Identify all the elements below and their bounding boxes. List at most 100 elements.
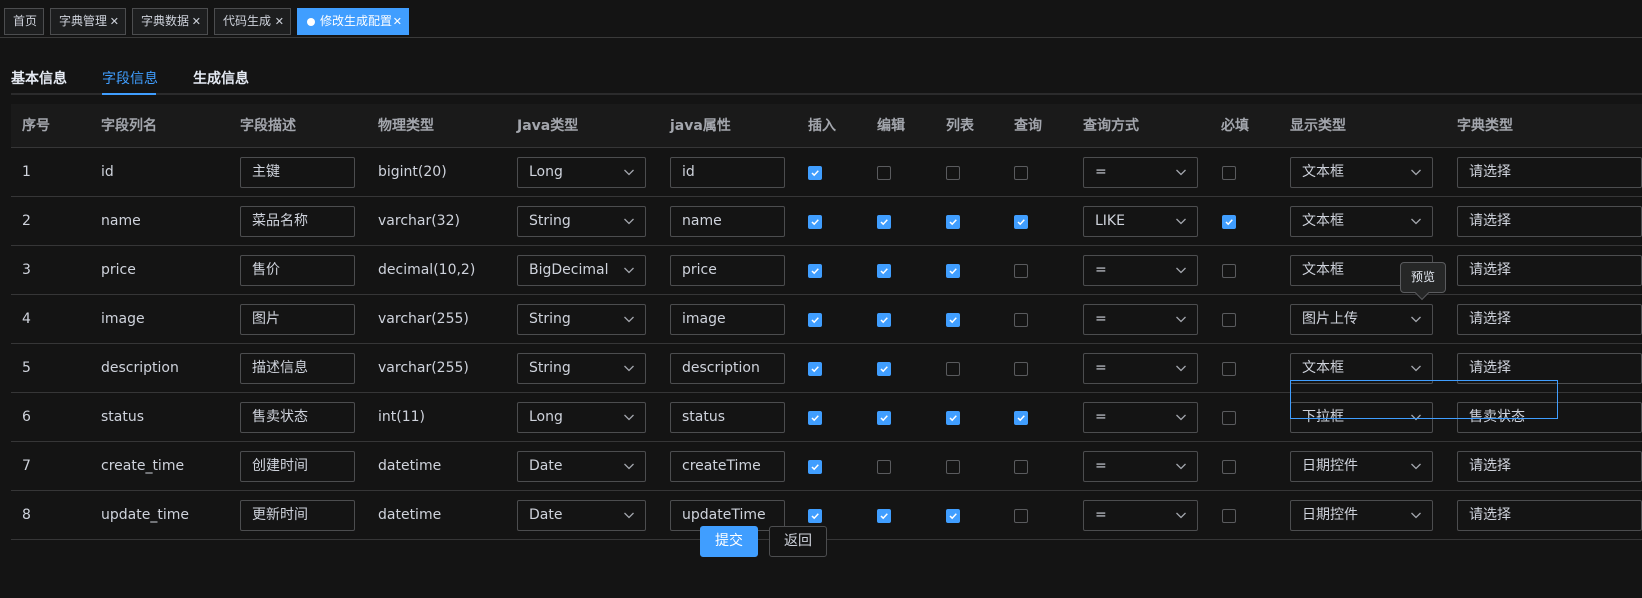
list-checkbox[interactable] — [946, 313, 960, 327]
edit-checkbox[interactable] — [877, 411, 891, 425]
field-description-input[interactable]: 售卖状态 — [240, 402, 355, 433]
java-field-input[interactable]: status — [670, 402, 785, 433]
list-checkbox[interactable] — [946, 362, 960, 376]
checkmark-icon — [880, 513, 888, 520]
tag-item[interactable]: 首页 — [4, 8, 44, 35]
java-type-select[interactable]: Long — [517, 402, 646, 433]
display-type-select[interactable]: 日期控件 — [1290, 451, 1433, 482]
query-type-select[interactable]: = — [1083, 402, 1198, 433]
display-type-select[interactable]: 文本框 — [1290, 206, 1433, 237]
edit-checkbox[interactable] — [877, 166, 891, 180]
required-checkbox[interactable] — [1222, 313, 1236, 327]
display-type-select[interactable]: 文本框 — [1290, 157, 1433, 188]
query-checkbox[interactable] — [1014, 166, 1028, 180]
tag-item[interactable]: 字典数据 ✕ — [132, 8, 208, 35]
java-field-input[interactable]: id — [670, 157, 785, 188]
tag-item[interactable]: 修改生成配置 ✕ — [297, 8, 409, 35]
list-checkbox[interactable] — [946, 166, 960, 180]
query-type-select[interactable]: LIKE — [1083, 206, 1198, 237]
dict-type-select[interactable]: 请选择 — [1457, 500, 1642, 531]
query-checkbox[interactable] — [1014, 460, 1028, 474]
edit-checkbox[interactable] — [877, 215, 891, 229]
insert-checkbox[interactable] — [808, 215, 822, 229]
tab-item[interactable]: 字段信息 — [102, 68, 158, 88]
tag-item[interactable]: 代码生成 ✕ — [214, 8, 291, 35]
edit-checkbox[interactable] — [877, 460, 891, 474]
required-checkbox[interactable] — [1222, 264, 1236, 278]
insert-checkbox[interactable] — [808, 166, 822, 180]
field-description-input[interactable]: 更新时间 — [240, 500, 355, 531]
field-description-input[interactable]: 售价 — [240, 255, 355, 286]
tag-item[interactable]: 字典管理 ✕ — [50, 8, 126, 35]
back-button[interactable]: 返回 — [769, 526, 827, 557]
list-checkbox[interactable] — [946, 509, 960, 523]
java-field-input[interactable]: image — [670, 304, 785, 335]
query-checkbox[interactable] — [1014, 313, 1028, 327]
required-checkbox[interactable] — [1222, 460, 1236, 474]
field-description-input[interactable]: 图片 — [240, 304, 355, 335]
required-checkbox[interactable] — [1222, 215, 1236, 229]
edit-checkbox[interactable] — [877, 264, 891, 278]
list-checkbox[interactable] — [946, 460, 960, 474]
dict-type-select[interactable]: 请选择 — [1457, 451, 1642, 482]
query-type-select[interactable]: = — [1083, 304, 1198, 335]
java-type-select[interactable]: Date — [517, 500, 646, 531]
required-checkbox[interactable] — [1222, 362, 1236, 376]
java-field-input[interactable]: description — [670, 353, 785, 384]
query-type-select[interactable]: = — [1083, 157, 1198, 188]
query-checkbox[interactable] — [1014, 215, 1028, 229]
insert-checkbox[interactable] — [808, 509, 822, 523]
java-field-input[interactable]: price — [670, 255, 785, 286]
dict-type-select[interactable]: 请选择 — [1457, 157, 1642, 188]
required-checkbox[interactable] — [1222, 166, 1236, 180]
close-icon[interactable]: ✕ — [275, 9, 284, 34]
required-checkbox[interactable] — [1222, 509, 1236, 523]
edit-checkbox[interactable] — [877, 313, 891, 327]
query-type-select[interactable]: = — [1083, 255, 1198, 286]
query-checkbox[interactable] — [1014, 411, 1028, 425]
close-icon[interactable]: ✕ — [192, 9, 201, 34]
java-type-select[interactable]: Date — [517, 451, 646, 482]
query-type-select[interactable]: = — [1083, 353, 1198, 384]
dict-type-select[interactable]: 请选择 — [1457, 304, 1642, 335]
java-type-select[interactable]: Long — [517, 157, 646, 188]
query-type-select[interactable]: = — [1083, 451, 1198, 482]
java-type-select[interactable]: BigDecimal — [517, 255, 646, 286]
insert-checkbox[interactable] — [808, 313, 822, 327]
field-description-input[interactable]: 创建时间 — [240, 451, 355, 482]
dict-type-select[interactable]: 请选择 — [1457, 255, 1642, 286]
java-field-input[interactable]: createTime — [670, 451, 785, 482]
dict-type-select[interactable]: 请选择 — [1457, 206, 1642, 237]
close-icon[interactable]: ✕ — [393, 9, 402, 34]
list-checkbox[interactable] — [946, 411, 960, 425]
list-checkbox[interactable] — [946, 264, 960, 278]
list-checkbox[interactable] — [946, 215, 960, 229]
java-type-value: Long — [529, 164, 563, 180]
close-icon[interactable]: ✕ — [110, 9, 119, 34]
query-checkbox[interactable] — [1014, 362, 1028, 376]
java-type-select[interactable]: String — [517, 206, 646, 237]
field-description-input[interactable]: 主键 — [240, 157, 355, 188]
field-description-input[interactable]: 菜品名称 — [240, 206, 355, 237]
edit-checkbox[interactable] — [877, 509, 891, 523]
insert-checkbox[interactable] — [808, 362, 822, 376]
query-checkbox[interactable] — [1014, 264, 1028, 278]
java-field-input[interactable]: name — [670, 206, 785, 237]
java-type-select[interactable]: String — [517, 353, 646, 384]
submit-button[interactable]: 提交 — [700, 526, 758, 557]
dict-type-value: 请选择 — [1469, 458, 1511, 474]
java-type-select[interactable]: String — [517, 304, 646, 335]
edit-checkbox[interactable] — [877, 362, 891, 376]
required-checkbox[interactable] — [1222, 411, 1236, 425]
display-type-select[interactable]: 日期控件 — [1290, 500, 1433, 531]
field-description-input[interactable]: 描述信息 — [240, 353, 355, 384]
tab-item[interactable]: 基本信息 — [11, 68, 67, 88]
insert-checkbox[interactable] — [808, 264, 822, 278]
query-checkbox[interactable] — [1014, 509, 1028, 523]
tab-item[interactable]: 生成信息 — [193, 68, 249, 88]
insert-checkbox[interactable] — [808, 460, 822, 474]
checkmark-icon — [811, 464, 819, 471]
display-type-select[interactable]: 图片上传 — [1290, 304, 1433, 335]
insert-checkbox[interactable] — [808, 411, 822, 425]
query-type-select[interactable]: = — [1083, 500, 1198, 531]
